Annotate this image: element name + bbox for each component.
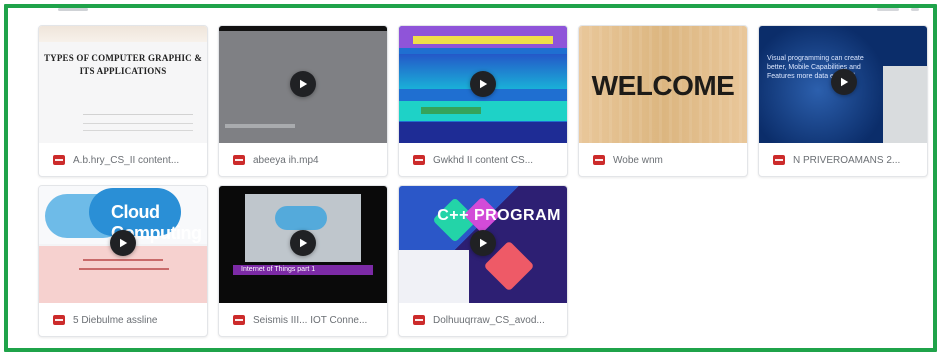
file-icon: [773, 155, 785, 165]
file-icon: [233, 155, 245, 165]
file-icon: [233, 315, 245, 325]
play-icon[interactable]: [470, 71, 496, 97]
play-icon[interactable]: [110, 230, 136, 256]
thumbnail-1: TYPES OF COMPUTER GRAPHIC & ITS APPLICAT…: [39, 26, 207, 143]
thumbnail-line: [83, 259, 163, 261]
thumbnail-title-8: C++ PROGRAM: [437, 207, 561, 224]
thumbnail-bottom-band: [399, 122, 567, 143]
thumbnail-line: [79, 268, 169, 270]
file-name-7: Seismis III... IOT Conne...: [253, 314, 368, 326]
file-caption-row-5[interactable]: N PRIVEROAMANS 2...: [759, 144, 927, 176]
file-card-5[interactable]: Visual programming can create better, Mo…: [758, 25, 928, 177]
file-name-3: Gwkhd II content CS...: [433, 154, 534, 166]
thumbnail-title-8-text: C++ PROGRAM: [437, 207, 561, 224]
top-right-toolbar-dot: [911, 8, 919, 11]
file-icon: [53, 155, 65, 165]
thumbnail-8: C++ PROGRAM: [399, 186, 567, 303]
play-icon[interactable]: [290, 71, 316, 97]
page-frame: TYPES OF COMPUTER GRAPHIC & ITS APPLICAT…: [4, 4, 937, 352]
thumbnail-caption-text: Internet of Things part 1: [241, 266, 316, 273]
thumbnail-4: WELCOME: [579, 26, 747, 143]
file-caption-row-4[interactable]: Wobe wnm: [579, 144, 747, 176]
file-name-5: N PRIVEROAMANS 2...: [793, 154, 901, 166]
file-caption-row-8[interactable]: Dolhuuqrraw_CS_avod...: [399, 304, 567, 336]
file-name-8: Dolhuuqrraw_CS_avod...: [433, 314, 545, 326]
file-caption-row-3[interactable]: Gwkhd II content CS...: [399, 144, 567, 176]
thumbnail-yellow-strip: [413, 36, 553, 44]
file-name-4: Wobe wnm: [613, 154, 663, 166]
thumbnail-5: Visual programming can create better, Mo…: [759, 26, 927, 143]
thumbnail-green-label: [421, 107, 481, 114]
file-icon: [413, 315, 425, 325]
file-icon: [593, 155, 605, 165]
file-caption-row-6[interactable]: 5 Diebulme assline: [39, 304, 207, 336]
thumbnail-header-band: [39, 26, 207, 42]
file-caption-row-7[interactable]: Seismis III... IOT Conne...: [219, 304, 387, 336]
thumbnail-title-1: TYPES OF COMPUTER GRAPHIC & ITS APPLICAT…: [43, 53, 203, 76]
file-name-6: 5 Diebulme assline: [73, 314, 158, 326]
file-card-6[interactable]: Cloud Computing 5 Diebulme assline: [38, 185, 208, 337]
file-icon: [413, 155, 425, 165]
file-name-1: A.b.hry_CS_II content...: [73, 154, 180, 166]
thumbnail-top-bar: [219, 26, 387, 31]
thumbnail-lines: [83, 114, 193, 135]
file-caption-row-2[interactable]: abeeya ih.mp4: [219, 144, 387, 176]
play-icon[interactable]: [470, 230, 496, 256]
top-left-scroll-indicator: [58, 8, 88, 11]
file-card-2[interactable]: abeeya ih.mp4: [218, 25, 388, 177]
file-card-4[interactable]: WELCOME Wobe wnm: [578, 25, 748, 177]
file-name-2: abeeya ih.mp4: [253, 154, 319, 166]
thumbnail-title-4: WELCOME: [591, 70, 735, 101]
file-caption-row-1[interactable]: A.b.hry_CS_II content...: [39, 144, 207, 176]
play-icon[interactable]: [290, 230, 316, 256]
thumbnail-3: [399, 26, 567, 143]
iot-cloud-shape: [275, 206, 327, 230]
thumbnail-2: [219, 26, 387, 143]
thumbnail-6: Cloud Computing: [39, 186, 207, 303]
thumbnail-photo: [883, 66, 927, 143]
file-card-7[interactable]: Internet of Things part 1 Seismis III...…: [218, 185, 388, 337]
thumbnail-footer-line: [225, 124, 295, 128]
file-card-1[interactable]: TYPES OF COMPUTER GRAPHIC & ITS APPLICAT…: [38, 25, 208, 177]
thumbnail-7: Internet of Things part 1: [219, 186, 387, 303]
file-card-3[interactable]: Gwkhd II content CS...: [398, 25, 568, 177]
play-icon[interactable]: [831, 69, 857, 95]
thumbnail-text-5: Visual programming can create better, Mo…: [767, 55, 864, 80]
top-right-toolbar-control: [877, 8, 899, 11]
file-icon: [53, 315, 65, 325]
file-card-8[interactable]: C++ PROGRAM Dolhuuqrraw_CS_avod...: [398, 185, 568, 337]
thumbnail-lower-panel: [399, 250, 469, 303]
